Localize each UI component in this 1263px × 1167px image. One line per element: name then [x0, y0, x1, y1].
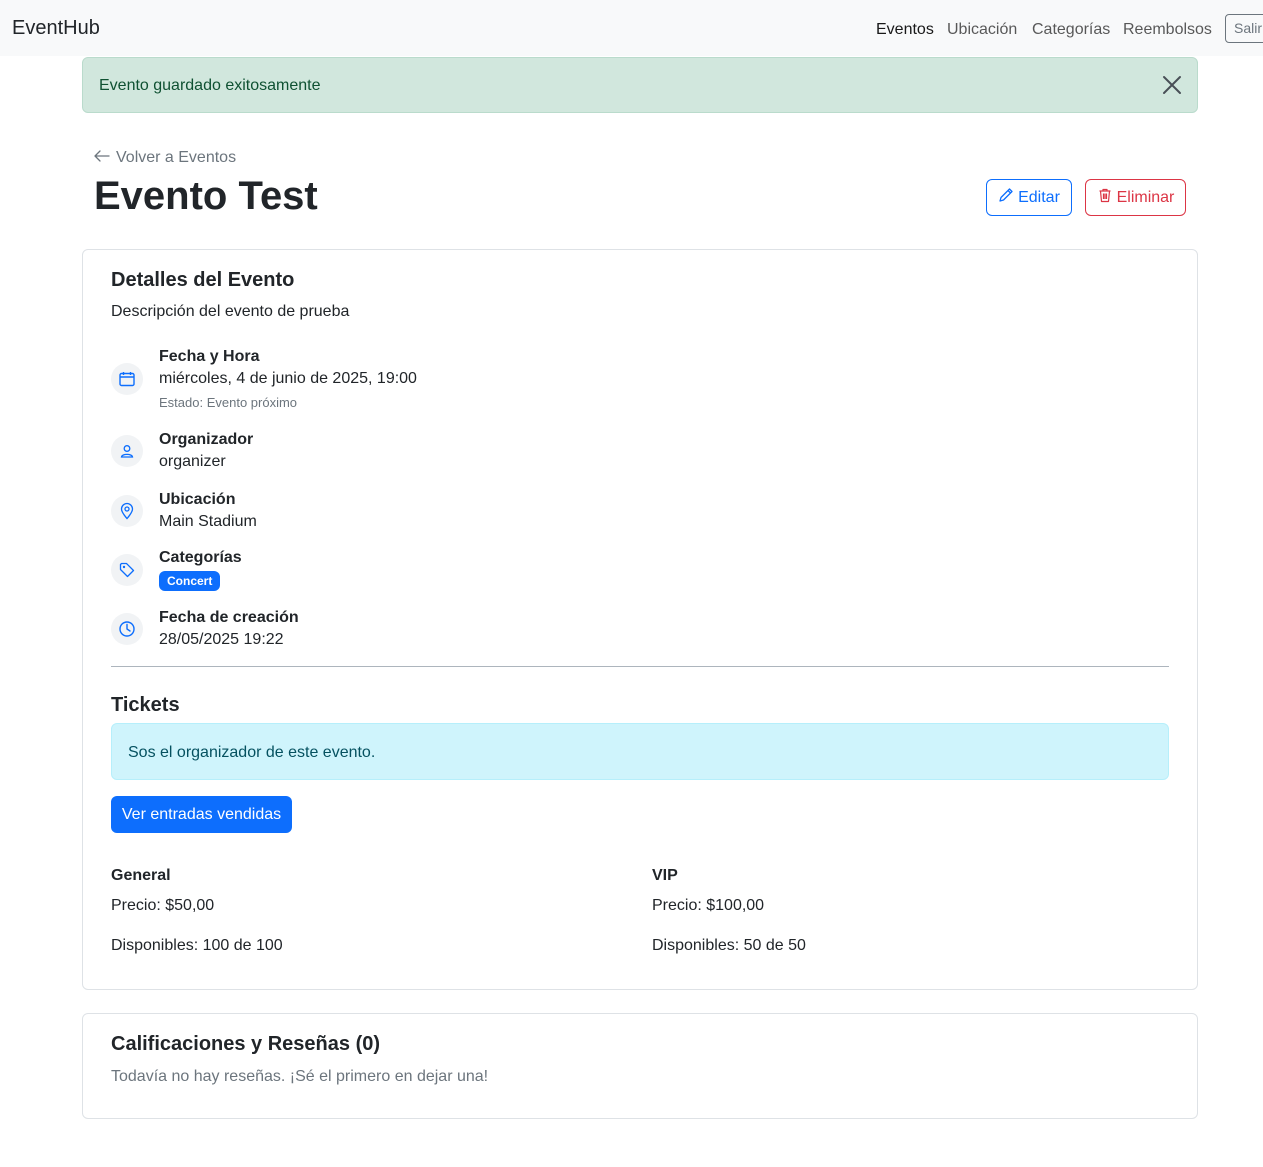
ticket-type-available: Disponibles: 50 de 50	[652, 937, 806, 954]
ticket-type-name: General	[111, 867, 171, 884]
nav-link-ubicacion[interactable]: Ubicación	[947, 20, 1017, 40]
organizer-info-alert: Sos el organizador de este evento.	[111, 723, 1169, 780]
person-icon	[111, 435, 143, 467]
created-value: 28/05/2025 19:22	[159, 631, 284, 648]
success-alert-message: Evento guardado exitosamente	[99, 77, 321, 94]
edit-button[interactable]: Editar	[986, 179, 1072, 216]
nav-link-categorias[interactable]: Categorías	[1032, 20, 1110, 40]
date-label: Fecha y Hora	[159, 348, 260, 365]
date-value: miércoles, 4 de junio de 2025, 19:00	[159, 370, 417, 387]
reviews-card: Calificaciones y Reseñas (0) Todavía no …	[82, 1013, 1198, 1119]
event-status: Estado: Evento próximo	[159, 395, 298, 410]
nav-link-reembolsos[interactable]: Reembolsos	[1123, 20, 1212, 40]
delete-button[interactable]: Eliminar	[1085, 179, 1186, 216]
location-label: Ubicación	[159, 491, 236, 508]
ticket-type-price: Precio: $100,00	[652, 897, 765, 914]
organizer-info-message: Sos el organizador de este evento.	[128, 744, 376, 761]
reviews-empty-message: Todavía no hay reseñas. ¡Sé el primero e…	[111, 1068, 489, 1085]
ticket-type-price: Precio: $50,00	[111, 897, 215, 914]
location-pin-icon	[111, 495, 143, 527]
location-value: Main Stadium	[159, 513, 257, 530]
delete-button-label: Eliminar	[1116, 188, 1175, 206]
event-details-card: Detalles del Evento Descripción del even…	[82, 249, 1198, 990]
organizer-label: Organizador	[159, 431, 254, 448]
brand-logo[interactable]: EventHub	[12, 16, 100, 40]
details-title: Detalles del Evento	[111, 269, 295, 291]
reviews-title: Calificaciones y Reseñas (0)	[111, 1033, 381, 1055]
event-description: Descripción del evento de prueba	[111, 303, 350, 320]
calendar-icon	[111, 363, 143, 395]
view-sold-tickets-button[interactable]: Ver entradas vendidas	[111, 796, 292, 833]
edit-button-label: Editar	[1018, 188, 1060, 206]
trash-icon	[1097, 187, 1113, 208]
tickets-title: Tickets	[111, 694, 180, 716]
created-label: Fecha de creación	[159, 609, 299, 626]
navbar: EventHub Eventos Ubicación Categorías Re…	[0, 0, 1263, 56]
arrow-left-icon	[94, 148, 110, 168]
page-title: Evento Test	[94, 174, 318, 218]
logout-button[interactable]: Salir	[1225, 14, 1263, 43]
ticket-type-available: Disponibles: 100 de 100	[111, 937, 283, 954]
nav-link-eventos[interactable]: Eventos	[876, 20, 934, 40]
close-icon[interactable]	[1161, 74, 1183, 96]
clock-icon	[111, 613, 143, 645]
categories-label: Categorías	[159, 549, 242, 566]
category-badge: Concert	[159, 571, 221, 591]
back-link-label: Volver a Eventos	[116, 149, 237, 166]
success-alert: Evento guardado exitosamente	[82, 57, 1198, 113]
back-to-events-link[interactable]: Volver a Eventos	[94, 148, 236, 168]
organizer-value: organizer	[159, 453, 226, 470]
divider	[111, 666, 1169, 667]
ticket-type-name: VIP	[652, 867, 678, 884]
tag-icon	[111, 554, 143, 586]
pencil-icon	[998, 187, 1014, 208]
